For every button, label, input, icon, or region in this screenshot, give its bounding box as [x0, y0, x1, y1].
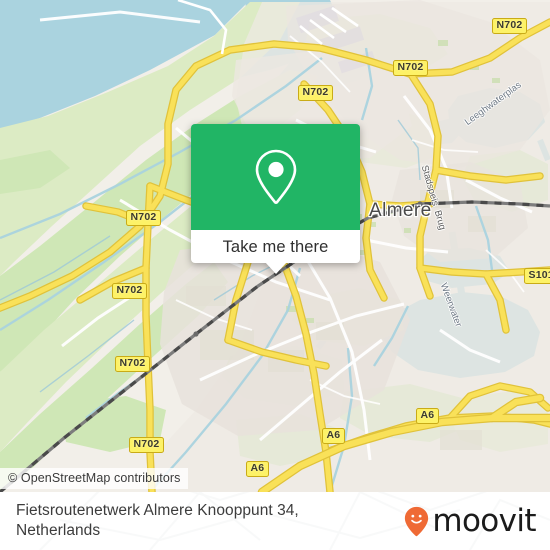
road-shield: N702 — [393, 60, 428, 76]
map-canvas[interactable]: N702 N702 N702 N702 N702 N702 N702 A6 A6… — [0, 0, 550, 492]
road-shield: N702 — [112, 283, 147, 299]
moovit-pin-smile-icon — [405, 506, 429, 536]
road-shield: A6 — [416, 408, 439, 424]
place-name-line1: Fietsroutenetwerk Almere Knooppunt 34, — [16, 502, 299, 519]
road-shield: S101 — [524, 268, 550, 284]
road-shield: A6 — [246, 461, 269, 477]
road-shield: N702 — [129, 437, 164, 453]
moovit-wordmark: moovit — [432, 502, 536, 539]
moovit-logo[interactable]: moovit — [404, 502, 537, 539]
take-me-there-label: Take me there — [222, 237, 329, 256]
take-me-there-callout[interactable]: Take me there — [191, 124, 360, 274]
bottom-info-bar: Fietsroutenetwerk Almere Knooppunt 34, N… — [0, 492, 550, 550]
map-pin-icon — [255, 149, 296, 205]
place-name: Fietsroutenetwerk Almere Knooppunt 34, N… — [16, 501, 299, 541]
road-shield: N702 — [115, 356, 150, 372]
callout-footer[interactable]: Take me there — [191, 230, 360, 274]
road-shield: A6 — [322, 428, 345, 444]
moovit-map-screenshot: N702 N702 N702 N702 N702 N702 N702 A6 A6… — [0, 0, 550, 550]
osm-attribution[interactable]: © OpenStreetMap contributors — [0, 468, 188, 489]
place-name-line2: Netherlands — [16, 522, 101, 539]
city-label-almere: Almere — [369, 200, 432, 221]
callout-pointer — [264, 262, 287, 274]
road-shield: N702 — [492, 18, 527, 34]
callout-body — [191, 124, 360, 230]
road-shield: N702 — [126, 210, 161, 226]
road-shield: N702 — [298, 85, 333, 101]
